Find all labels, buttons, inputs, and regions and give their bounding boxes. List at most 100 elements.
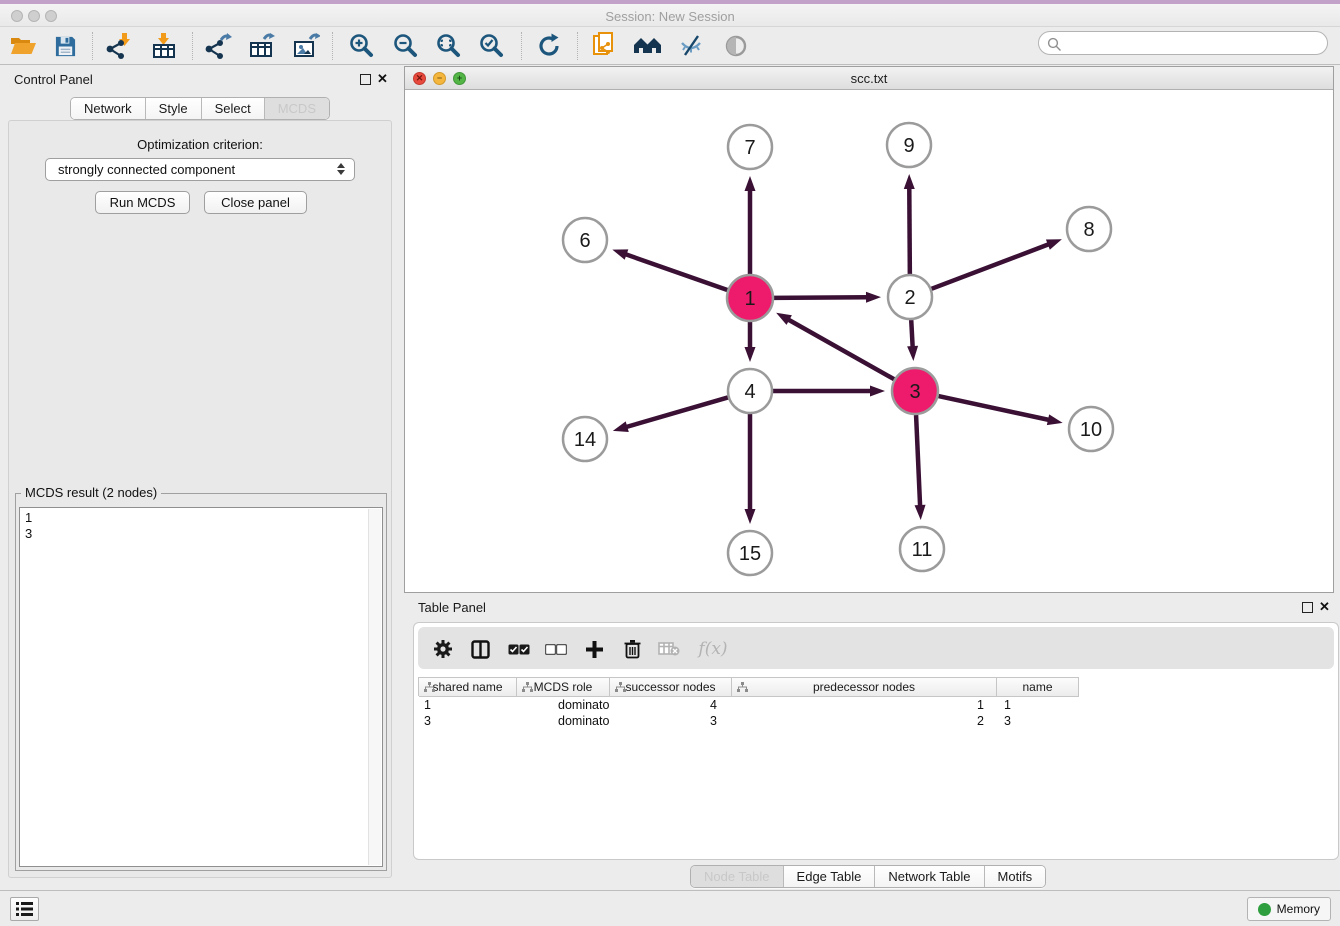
tab-mcds[interactable]: MCDS bbox=[264, 98, 329, 119]
graph-edge-2-3[interactable] bbox=[911, 320, 912, 348]
table-tabs: Node TableEdge TableNetwork TableMotifs bbox=[690, 865, 1046, 888]
table-settings-button[interactable] bbox=[432, 638, 454, 660]
tab-network[interactable]: Network bbox=[71, 98, 145, 119]
tab-style[interactable]: Style bbox=[145, 98, 201, 119]
refresh-button[interactable] bbox=[532, 30, 566, 62]
edge-arrowhead bbox=[866, 292, 881, 303]
tab-network-table[interactable]: Network Table bbox=[874, 866, 983, 887]
edge-arrowhead bbox=[745, 347, 756, 362]
network-from-file-button[interactable] bbox=[588, 30, 622, 62]
zoom-selected-button[interactable] bbox=[474, 30, 508, 62]
graph-node-label: 4 bbox=[744, 381, 755, 403]
function-builder-disabled: f(x) bbox=[696, 638, 730, 660]
graph-node-label: 14 bbox=[574, 429, 596, 451]
graph-edge-3-10[interactable] bbox=[938, 396, 1049, 420]
column-header-MCDS-role[interactable]: MCDS role bbox=[517, 678, 610, 697]
table-row[interactable]: 1dominator411 bbox=[418, 697, 1078, 713]
float-panel-icon[interactable] bbox=[360, 74, 371, 85]
gear-icon bbox=[433, 639, 453, 659]
network-view-window: ✕ − + scc.txt 7968124314101511 bbox=[404, 66, 1334, 593]
graph-edge-4-14[interactable] bbox=[625, 397, 728, 427]
criterion-select[interactable]: strongly connected component bbox=[45, 158, 355, 181]
edge-arrowhead bbox=[1047, 414, 1063, 425]
home-networks-button[interactable] bbox=[631, 30, 665, 62]
float-table-panel-icon[interactable] bbox=[1302, 602, 1313, 613]
checked-boxes-icon bbox=[508, 644, 530, 655]
zoom-in-button[interactable] bbox=[344, 30, 378, 62]
column-header-shared-name[interactable]: shared name bbox=[419, 678, 517, 697]
export-network-button[interactable] bbox=[201, 30, 235, 62]
task-history-button[interactable] bbox=[10, 897, 39, 921]
graph-node-label: 11 bbox=[912, 539, 933, 561]
tab-edge-table[interactable]: Edge Table bbox=[783, 866, 875, 887]
search-icon bbox=[1047, 37, 1062, 52]
table-cell: 1 bbox=[418, 697, 516, 713]
graph-node-label: 2 bbox=[904, 287, 915, 309]
refresh-icon bbox=[536, 33, 562, 59]
graph-edge-1-2[interactable] bbox=[774, 297, 868, 298]
import-network-button[interactable] bbox=[102, 30, 136, 62]
import-table-button[interactable] bbox=[148, 30, 182, 62]
table-panel-title: Table Panel bbox=[418, 600, 486, 615]
graph-edge-3-1[interactable] bbox=[787, 319, 894, 379]
network-graph[interactable]: 7968124314101511 bbox=[405, 90, 1333, 592]
node-table: f(x) shared nameMCDS rolesuccessor nodes… bbox=[413, 622, 1339, 860]
hide-graphics-button[interactable] bbox=[675, 30, 709, 62]
graph-edge-2-8[interactable] bbox=[932, 244, 1050, 289]
graph-edge-1-6[interactable] bbox=[625, 254, 728, 290]
table-cell: 3 bbox=[609, 713, 731, 729]
export-table-button[interactable] bbox=[245, 30, 279, 62]
create-column-button[interactable] bbox=[583, 638, 605, 660]
network-file-icon bbox=[592, 32, 618, 60]
table-toolbar: f(x) bbox=[418, 627, 1334, 669]
toolbar-separator bbox=[92, 32, 93, 60]
edge-arrowhead bbox=[870, 386, 885, 397]
mcds-result-values: 1 3 bbox=[25, 510, 32, 542]
tab-motifs[interactable]: Motifs bbox=[984, 866, 1046, 887]
graph-node-label: 9 bbox=[903, 135, 914, 157]
mcds-result-textarea[interactable]: 1 3 bbox=[19, 507, 383, 867]
open-session-button[interactable] bbox=[6, 30, 40, 62]
column-header-successor-nodes[interactable]: successor nodes bbox=[610, 678, 732, 697]
tab-node-table[interactable]: Node Table bbox=[691, 866, 783, 887]
graph-edge-2-9[interactable] bbox=[909, 187, 910, 274]
toolbar-separator bbox=[521, 32, 522, 60]
delete-table-icon bbox=[658, 641, 680, 657]
close-panel-icon[interactable]: ✕ bbox=[377, 73, 388, 84]
column-browser-button[interactable] bbox=[469, 638, 491, 660]
show-graphics-button[interactable] bbox=[719, 30, 753, 62]
graph-node-label: 15 bbox=[739, 543, 761, 565]
search-input[interactable] bbox=[1065, 33, 1320, 53]
eye-icon bbox=[723, 34, 749, 58]
run-mcds-button[interactable]: Run MCDS bbox=[95, 191, 190, 214]
save-session-button[interactable] bbox=[48, 30, 82, 62]
table-row[interactable]: 3dominator323 bbox=[418, 713, 1078, 729]
column-header-predecessor-nodes[interactable]: predecessor nodes bbox=[732, 678, 997, 697]
column-header-name[interactable]: name bbox=[997, 678, 1079, 697]
deselect-all-button[interactable] bbox=[545, 638, 567, 660]
export-image-icon bbox=[292, 33, 320, 59]
table-panel: Table Panel ✕ bbox=[404, 593, 1340, 890]
graph-edge-3-11[interactable] bbox=[916, 415, 920, 507]
plus-icon bbox=[585, 640, 604, 659]
export-image-button[interactable] bbox=[289, 30, 323, 62]
search-box[interactable] bbox=[1038, 31, 1328, 55]
table-rows: 1dominator4113dominator323 bbox=[418, 697, 1078, 729]
zoom-selected-icon bbox=[478, 33, 504, 59]
zoom-out-button[interactable] bbox=[388, 30, 422, 62]
result-scrollbar[interactable] bbox=[368, 509, 381, 865]
close-table-panel-icon[interactable]: ✕ bbox=[1319, 601, 1330, 612]
edge-arrowhead bbox=[907, 346, 918, 361]
control-panel-title: Control Panel bbox=[14, 72, 93, 87]
close-panel-button[interactable]: Close panel bbox=[204, 191, 307, 214]
select-all-button[interactable] bbox=[508, 638, 530, 660]
delete-column-button[interactable] bbox=[621, 638, 643, 660]
zoom-out-icon bbox=[392, 33, 418, 59]
memory-button[interactable]: Memory bbox=[1247, 897, 1331, 921]
criterion-value: strongly connected component bbox=[58, 162, 235, 177]
delete-table-button-disabled bbox=[658, 638, 680, 660]
table-cell: 1 bbox=[731, 697, 996, 713]
tab-select[interactable]: Select bbox=[201, 98, 264, 119]
memory-label: Memory bbox=[1277, 902, 1320, 916]
zoom-fit-button[interactable] bbox=[431, 30, 465, 62]
